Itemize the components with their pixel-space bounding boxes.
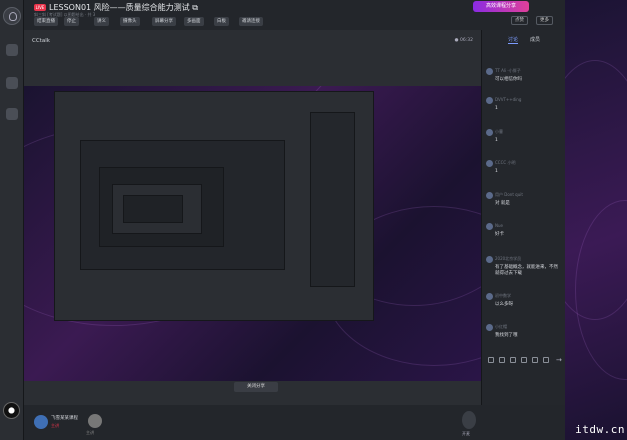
teacher-avatar[interactable] xyxy=(34,415,48,429)
avatar xyxy=(486,129,493,136)
user-avatar[interactable]: ⬤ xyxy=(3,402,20,419)
participant-name: 主讲 xyxy=(86,430,94,435)
avatar xyxy=(486,97,493,104)
stage-area: CCtalk ● 06:32 关闭分享 xyxy=(24,30,481,405)
send-arrow-icon[interactable]: → xyxy=(556,356,562,364)
chat-message: Nue 好卡 xyxy=(486,223,564,245)
app-logo-icon[interactable] xyxy=(3,7,21,25)
class-header: LIVE LESSON01 风险——质量综合能力测试 ⧉ 斜三斜 [考试题] 以… xyxy=(24,0,627,30)
chat-message: 小红帽 我找到了哦 xyxy=(486,324,564,346)
watermark: itdw.cn xyxy=(575,423,625,436)
participant-bar: 飞雪某某课程 主讲 主讲 开麦 xyxy=(24,405,627,440)
chat-message: 2020北京学员 有了基础概念，就能进来，不然就得过去下载 xyxy=(486,256,564,284)
left-rail: ⬤ xyxy=(0,0,24,440)
stage-label: CCtalk xyxy=(32,38,50,44)
image-icon[interactable] xyxy=(499,357,505,363)
avatar xyxy=(486,256,493,263)
settings-icon[interactable] xyxy=(543,357,549,363)
clock-icon[interactable] xyxy=(532,357,538,363)
gift-icon[interactable] xyxy=(488,357,494,363)
recording-timer: ● 06:32 xyxy=(454,38,473,43)
nested-screen-1 xyxy=(54,91,374,321)
chat-message: TT Ali -小胖子 可以相信你吗 xyxy=(486,68,564,90)
screen-share-view xyxy=(24,86,481,381)
invite-button[interactable]: 邀请连接 xyxy=(239,17,263,26)
chat-message: CCCC 小明 1 xyxy=(486,160,564,182)
multi-view-button[interactable]: 多画面 xyxy=(184,17,204,26)
teacher-role: 主讲 xyxy=(51,423,59,428)
emoji-icon[interactable] xyxy=(510,357,516,363)
nested-screen-3 xyxy=(99,167,224,247)
nested-screen-4 xyxy=(112,184,202,234)
stop-button[interactable]: 停止 xyxy=(64,17,79,26)
avatar xyxy=(486,293,493,300)
chat-message: 用户 Dont quit 对 就是 xyxy=(486,192,564,214)
course-icon[interactable] xyxy=(6,44,18,56)
avatar xyxy=(486,192,493,199)
nested-chat-panel xyxy=(310,112,355,287)
screen-share-button[interactable]: 屏幕分享 xyxy=(152,17,176,26)
participant-avatar[interactable] xyxy=(88,414,102,428)
more-button[interactable]: 更多 xyxy=(536,16,553,25)
microphone-icon[interactable] xyxy=(462,411,476,429)
end-live-button[interactable]: 结束直播 xyxy=(34,17,58,26)
tab-discussion[interactable]: 讨论 xyxy=(508,36,519,44)
handout-button[interactable]: 讲义 xyxy=(94,17,109,26)
chat-message: DVVT++ding 1 xyxy=(486,97,564,119)
camera-button[interactable]: 摄像头 xyxy=(120,17,140,26)
whiteboard-button[interactable]: 白板 xyxy=(214,17,229,26)
avatar xyxy=(486,223,493,230)
avatar xyxy=(486,68,493,75)
file-icon[interactable] xyxy=(521,357,527,363)
nested-screen-5 xyxy=(123,195,183,223)
tab-members[interactable]: 成员 xyxy=(530,36,540,43)
chat-message: 初中数学 以么多呀 xyxy=(486,293,564,315)
live-badge: LIVE xyxy=(34,4,46,11)
calendar-icon[interactable] xyxy=(6,108,18,120)
mic-label: 开麦 xyxy=(462,431,470,436)
desktop-background xyxy=(565,0,627,440)
avatar xyxy=(486,160,493,167)
teacher-name: 飞雪某某课程 xyxy=(51,416,78,421)
nested-screen-2 xyxy=(80,140,285,270)
chat-message: 小曹 1 xyxy=(486,129,564,151)
close-share-button[interactable]: 关闭分享 xyxy=(234,382,278,392)
avatar xyxy=(486,324,493,331)
chat-icon[interactable] xyxy=(6,77,18,89)
chat-panel: 讨论 成员 TT Ali -小胖子 可以相信你吗 DVVT++ding 1 小曹… xyxy=(481,30,565,405)
like-button[interactable]: 点赞 xyxy=(511,16,528,25)
promo-banner[interactable]: 高效课程分享 xyxy=(473,1,529,12)
